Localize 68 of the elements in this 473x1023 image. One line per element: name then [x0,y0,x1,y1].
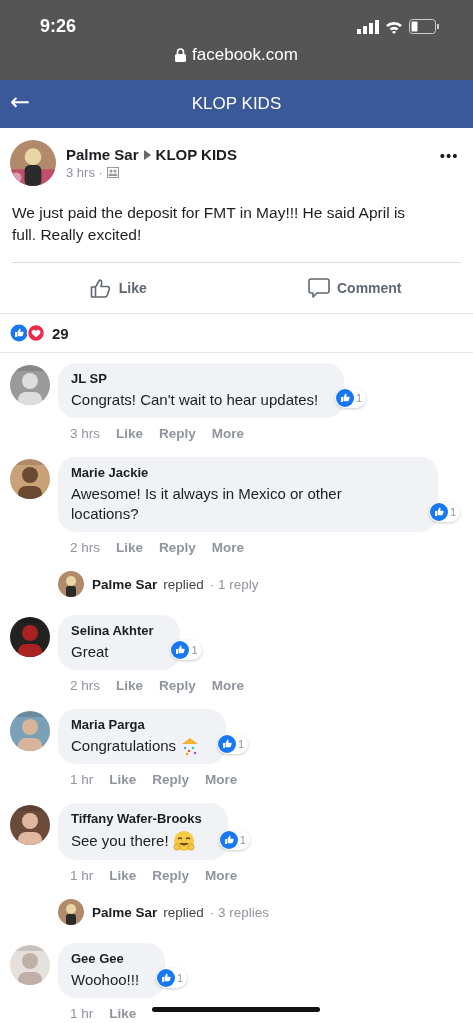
comment-action-link[interactable]: Like [116,426,144,441]
smiling-face-icon [172,830,195,852]
like-count-badge[interactable]: 1 [218,830,250,850]
comment-text: See you there! [71,831,169,851]
comment-action-link[interactable]: More [211,678,245,693]
like-count-badge[interactable]: 1 [335,388,367,408]
replier-name[interactable]: Palme Sar [92,904,158,920]
comment-time: 1 hr [70,772,94,787]
commenter-name[interactable]: Maria Parga [71,717,201,732]
commenter-name[interactable]: JL SP [71,371,319,386]
caret-icon [143,149,151,160]
battery-icon [409,19,439,34]
author-name[interactable]: Palme Sar [66,146,139,163]
reaction-count[interactable]: 29 [52,324,69,342]
reply-count[interactable]: · 1 reply [209,576,259,592]
comment-action-link[interactable]: Reply [159,678,196,693]
comment-time: 2 hrs [70,678,100,693]
post-time: 3 hrs · [66,165,103,180]
comment-action-link[interactable]: Reply [152,772,190,787]
commenter-name[interactable]: Tiffany Wafer-Brooks [71,811,202,826]
more-options-button[interactable]: ••• [434,148,461,164]
group-icon [106,167,119,178]
wifi-icon [385,19,403,34]
comment-action-link[interactable]: Reply [159,540,196,555]
comment-action-link[interactable]: Like [116,540,144,555]
comment-text: Woohoo!!! [71,970,140,990]
comment-time: 1 hr [70,1006,94,1021]
comment-text: Great [71,642,109,662]
comment-action-link[interactable]: Like [109,868,137,883]
like-count-badge[interactable]: 1 [428,502,460,522]
commenter-name[interactable]: Selina Akhter [71,623,154,638]
comment-text: Congrats! Can't wait to hear updates! [71,390,319,410]
url-text[interactable]: facebook.com [192,45,298,65]
comment-text: Congratulations [71,736,177,756]
comment-button[interactable]: Comment [236,263,473,313]
comment-action-link[interactable]: More [205,868,238,883]
like-button[interactable]: Like [0,263,237,313]
comment-action-link[interactable]: More [211,540,245,555]
replied-label[interactable]: replied [163,904,204,920]
comment-action-link[interactable]: More [211,426,245,441]
like-count-badge[interactable]: 1 [216,734,249,754]
reply-count[interactable]: · 3 replies [209,904,270,920]
comment-action-link[interactable]: Reply [159,426,196,441]
comment-action-link[interactable]: Like [116,678,144,693]
comment-action-link[interactable]: More [205,772,238,787]
comment-action-link[interactable]: Like [109,1006,137,1021]
comment-time: 2 hrs [70,540,100,555]
like-count-badge[interactable]: 1 [170,640,202,660]
comment-text: Awesome! Is it always in Mexico or other locations? [71,484,343,524]
comment-time: 3 hrs [70,426,100,441]
speech-bubble-icon [307,277,330,299]
signal-icon [357,19,379,34]
nav-title: KLOP KIDS [191,94,282,114]
commenter-name[interactable]: Gee Gee [71,951,140,966]
thumbs-up-icon [89,277,112,299]
comment-action-link[interactable]: Like [109,772,137,787]
group-name[interactable]: KLOP KIDS [155,146,237,163]
clock-time: 9:26 [40,16,77,37]
comment-action-link[interactable]: Reply [152,868,190,883]
comment-time: 1 hr [70,868,94,883]
like-count-badge[interactable]: 1 [156,968,188,988]
replied-label[interactable]: replied [163,576,204,592]
replier-name[interactable]: Palme Sar [92,576,158,592]
commenter-name[interactable]: Marie Jackie [71,465,412,480]
reactions-icon [10,324,46,342]
back-button[interactable]: ← [10,88,31,116]
lock-icon [175,48,187,62]
post-text: We just paid the deposit for FMT in May!!! He said April is full. Really excited! [12,202,461,263]
